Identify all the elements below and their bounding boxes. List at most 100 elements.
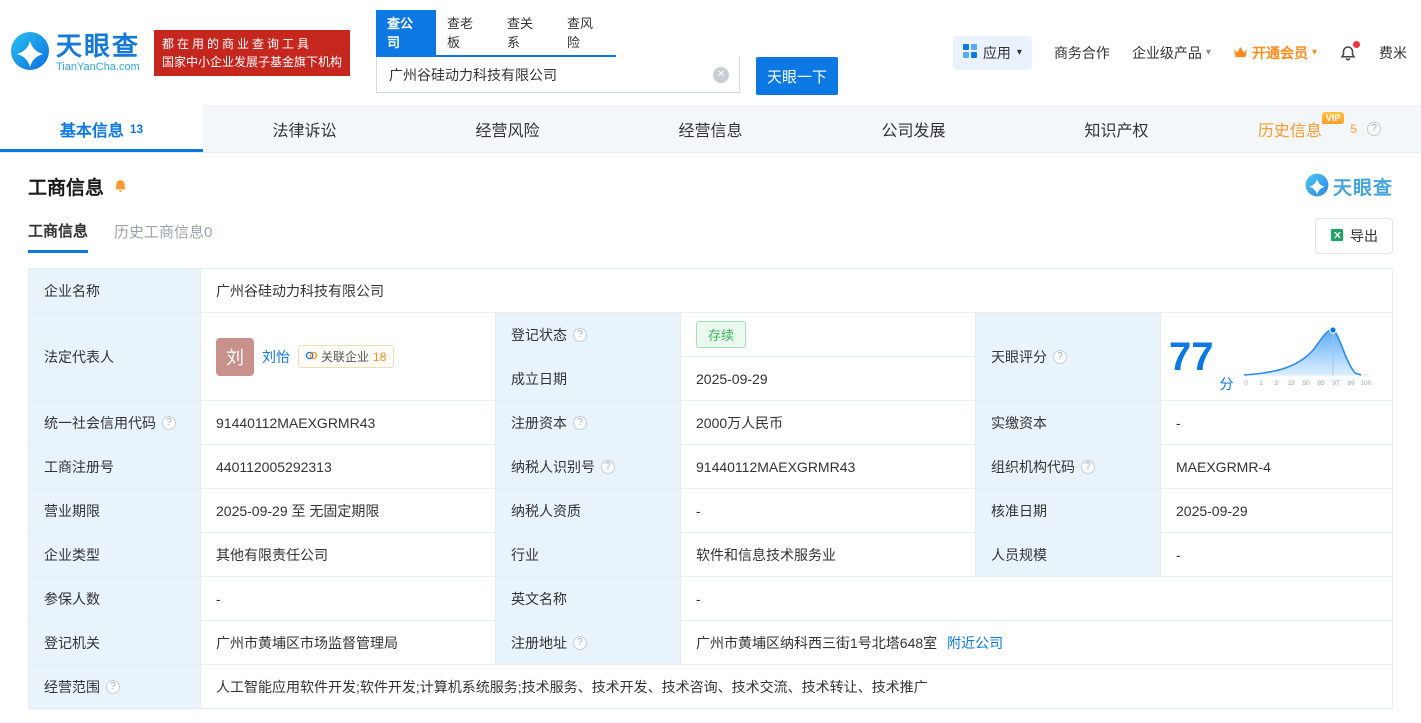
company-type-label: 企业类型 (29, 533, 201, 577)
table-row: 营业期限 2025-09-29 至 无固定期限 纳税人资质 - 核准日期 202… (29, 489, 1393, 533)
tab-company-development[interactable]: 公司发展 (812, 105, 1015, 152)
help-icon[interactable]: ? (1081, 459, 1095, 474)
nav-enterprise-products[interactable]: 企业级产品 ▾ (1132, 43, 1211, 63)
help-icon[interactable]: ? (162, 415, 176, 430)
clear-search-icon[interactable]: ✕ (713, 66, 730, 83)
company-name-label: 企业名称 (29, 269, 201, 313)
staff-size-value: - (1161, 533, 1393, 577)
table-row: 企业名称 广州谷硅动力科技有限公司 (29, 269, 1393, 313)
help-icon[interactable]: ? (1367, 121, 1382, 136)
search-input[interactable] (377, 57, 740, 92)
svg-text:50: 50 (1302, 380, 1310, 387)
help-icon[interactable]: ? (601, 459, 615, 474)
taxpayer-quality-label: 纳税人资质 (496, 489, 681, 533)
help-icon[interactable]: ? (1053, 349, 1067, 364)
table-row: 经营范围 ? 人工智能应用软件开发;软件开发;计算机系统服务;技术服务、技术开发… (29, 665, 1393, 709)
tab-ip-label: 知识产权 (1084, 122, 1149, 140)
tab-legal-label: 法律诉讼 (272, 122, 337, 140)
tab-history-label: 历史信息 (1257, 122, 1322, 140)
table-row: 法定代表人 刘 刘怡 关联企业 18 登记状态 ? 存续 成立日期 2025-0… (29, 313, 1393, 401)
related-companies-badge[interactable]: 关联企业 18 (298, 345, 395, 368)
tab-history-count: 5 (1350, 121, 1358, 136)
top-header: 天眼查 TianYanCha.com 都在用的商业查询工具 国家中小企业发展子基… (0, 0, 1421, 101)
tab-history-info[interactable]: 历史信息 VIP 5 ? (1218, 105, 1421, 152)
help-icon[interactable]: ? (573, 415, 587, 430)
legal-rep-name-link[interactable]: 刘怡 (262, 347, 290, 367)
subtab-business-registration[interactable]: 工商信息 (28, 220, 89, 253)
help-icon[interactable]: ? (573, 327, 587, 342)
score-unit: 分 (1219, 376, 1234, 392)
search-box: ✕ (376, 57, 741, 93)
related-companies-label: 关联企业 (321, 350, 370, 364)
reg-capital-value: 2000万人民币 (681, 401, 976, 445)
nav-open-vip[interactable]: 开通会员 ▾ (1233, 43, 1317, 63)
export-label: 导出 (1350, 228, 1378, 244)
search-tab-boss[interactable]: 查老板 (436, 10, 496, 55)
svg-text:15: 15 (1287, 380, 1295, 387)
search-tabs: 查公司 查老板 查关系 查风险 (376, 10, 617, 57)
nav-vip-label: 开通会员 (1251, 44, 1308, 61)
tab-operating-risk[interactable]: 经营风险 (406, 105, 609, 152)
slogan-banner: 都在用的商业查询工具 国家中小企业发展子基金旗下机构 (154, 29, 351, 76)
search-tab-company[interactable]: 查公司 (376, 10, 437, 55)
english-name-value: - (681, 577, 1393, 621)
export-icon (1330, 228, 1344, 245)
search-area: 查公司 查老板 查关系 查风险 ✕ 天眼一下 (376, 10, 839, 95)
main-content: 工商信息 天眼查 工商信息 历史工商信息0 导出 企业名称 广州谷硅动力科技有限… (0, 173, 1421, 709)
business-term-label: 营业期限 (29, 489, 201, 533)
subscribe-bell-icon[interactable] (112, 178, 129, 195)
reg-number-value: 440112005292313 (201, 445, 496, 489)
credit-code-value: 91440112MAEXGRMR43 (201, 401, 496, 445)
reg-capital-label: 注册资本 ? (496, 401, 681, 445)
staff-size-label: 人员规模 (976, 533, 1161, 577)
tab-legal-proceedings[interactable]: 法律诉讼 (203, 105, 406, 152)
svg-text:100: 100 (1360, 380, 1371, 387)
chevron-down-icon: ▾ (1311, 47, 1317, 58)
help-icon[interactable]: ? (573, 635, 587, 650)
subtab-history-label: 历史工商信息 (114, 224, 205, 241)
reg-address-label: 注册地址 ? (496, 621, 681, 665)
reg-authority-value: 广州市黄埔区市场监督管理局 (201, 621, 496, 665)
company-name-value: 广州谷硅动力科技有限公司 (201, 269, 1393, 313)
svg-text:99: 99 (1347, 380, 1355, 387)
org-code-value: MAEXGRMR-4 (1161, 445, 1393, 489)
tab-risk-label: 经营风险 (475, 122, 540, 140)
industry-label: 行业 (496, 533, 681, 577)
insured-count-value: - (201, 577, 496, 621)
legal-rep-avatar[interactable]: 刘 (216, 337, 254, 376)
tianyancha-logo[interactable]: 天眼查 TianYanCha.com (10, 31, 140, 74)
search-tab-risk[interactable]: 查风险 (556, 10, 616, 55)
subtab-row: 工商信息 历史工商信息0 导出 (28, 218, 1393, 254)
reg-status-label: 登记状态 ? (496, 313, 681, 357)
table-row: 登记机关 广州市黄埔区市场监督管理局 注册地址 ? 广州市黄埔区纳科西三街1号北… (29, 621, 1393, 665)
tab-intellectual-property[interactable]: 知识产权 (1015, 105, 1218, 152)
credit-code-label: 统一社会信用代码 ? (29, 401, 201, 445)
help-icon[interactable]: ? (106, 679, 120, 694)
related-companies-icon (305, 350, 318, 364)
tab-business-info[interactable]: 经营信息 (609, 105, 812, 152)
score-cell: 77 分 0 1 3 15 50 85 97 99 100 (1161, 313, 1393, 401)
search-tab-relation[interactable]: 查关系 (496, 10, 556, 55)
export-button[interactable]: 导出 (1315, 218, 1393, 254)
tab-basic-info-label: 基本信息 (59, 122, 124, 140)
notifications-bell-icon[interactable] (1339, 40, 1360, 62)
table-row: 参保人数 - 英文名称 - (29, 577, 1393, 621)
nav-user[interactable]: 费米 (1379, 43, 1407, 63)
legal-rep-cell: 刘 刘怡 关联企业 18 (201, 313, 496, 401)
taxpayer-id-label: 纳税人识别号 ? (496, 445, 681, 489)
nearby-companies-link[interactable]: 附近公司 (947, 633, 1003, 653)
status-badge: 存续 (696, 321, 747, 348)
industry-value: 软件和信息技术服务业 (681, 533, 976, 577)
reg-status-cell: 存续 (681, 313, 976, 357)
score-value: 77 (1169, 334, 1214, 379)
tab-basic-info[interactable]: 基本信息 13 (0, 105, 203, 152)
reg-address-cell: 广州市黄埔区纳科西三街1号北塔648室 附近公司 (681, 621, 1393, 665)
svg-text:85: 85 (1317, 380, 1325, 387)
watermark-logo-icon (1305, 173, 1329, 200)
approval-date-value: 2025-09-29 (1161, 489, 1393, 533)
subtab-history-registration[interactable]: 历史工商信息0 (114, 221, 212, 251)
slogan-line2: 国家中小企业发展子基金旗下机构 (162, 54, 343, 69)
nav-business-cooperation[interactable]: 商务合作 (1054, 43, 1110, 63)
search-button[interactable]: 天眼一下 (756, 57, 839, 95)
apps-menu[interactable]: 应用 ▾ (952, 35, 1032, 70)
